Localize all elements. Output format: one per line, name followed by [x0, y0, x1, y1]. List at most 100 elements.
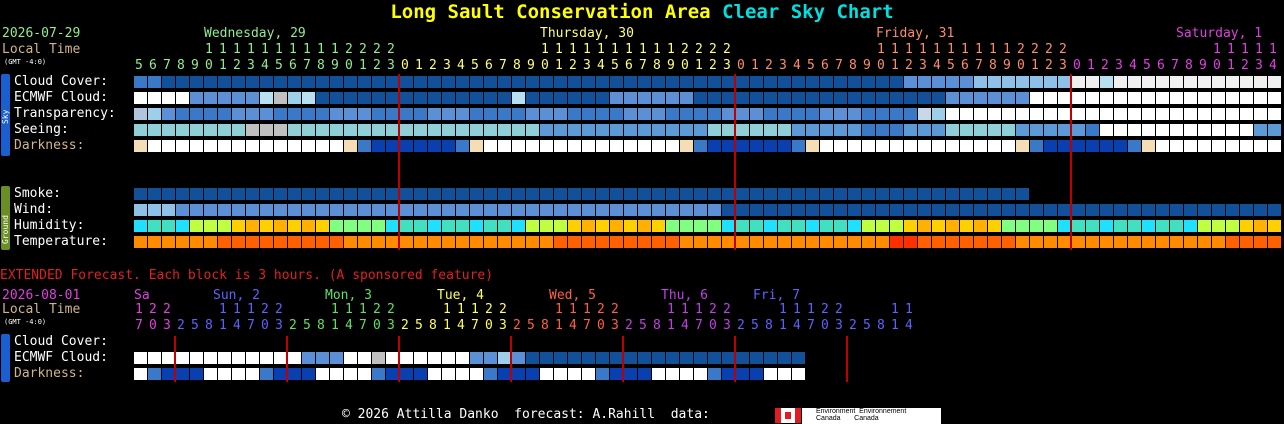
- hour-ones: 5: [471, 58, 479, 73]
- ecmwf-cloud-block: [1268, 92, 1281, 104]
- seeing-block: [204, 124, 217, 136]
- wind-block: [274, 204, 287, 216]
- hour-tens: 2: [681, 42, 689, 57]
- humidity-block: [176, 220, 189, 232]
- cloud-cover-block: [358, 76, 371, 88]
- ext-hour-ones: 3: [835, 318, 843, 333]
- cloud-cover-block: [190, 76, 203, 88]
- ext-row-label: Cloud Cover:: [14, 334, 108, 349]
- transparency-block: [302, 108, 315, 120]
- transparency-block: [288, 108, 301, 120]
- temperature-block: [876, 236, 889, 248]
- transparency-block: [344, 108, 357, 120]
- darkness-block: [288, 140, 301, 152]
- ext-ecmwf-block: [694, 352, 707, 364]
- transparency-block: [694, 108, 707, 120]
- ext-hour-ones: 7: [807, 318, 815, 333]
- cloud-cover-block: [988, 76, 1001, 88]
- smoke-block: [918, 188, 931, 200]
- cloud-cover-block: [162, 76, 175, 88]
- smoke-block: [974, 188, 987, 200]
- cloud-cover-block: [1212, 76, 1225, 88]
- ext-hour-tens: 1: [359, 302, 367, 317]
- seeing-block: [1142, 124, 1155, 136]
- darkness-block: [344, 140, 357, 152]
- ext-darkness-block: [666, 368, 679, 380]
- transparency-block: [316, 108, 329, 120]
- cloud-cover-block: [666, 76, 679, 88]
- smoke-block: [344, 188, 357, 200]
- ext-hour-tens: 1: [779, 302, 787, 317]
- humidity-block: [876, 220, 889, 232]
- smoke-block: [960, 188, 973, 200]
- hour-tens: 1: [611, 42, 619, 57]
- darkness-block: [134, 140, 147, 152]
- humidity-block: [148, 220, 161, 232]
- wind-block: [162, 204, 175, 216]
- wind-block: [1212, 204, 1225, 216]
- ext-ecmwf-block: [358, 352, 371, 364]
- hour-ones: 0: [1073, 58, 1081, 73]
- smoke-block: [456, 188, 469, 200]
- transparency-block: [400, 108, 413, 120]
- ext-hour-ones: 3: [163, 318, 171, 333]
- temperature-block: [596, 236, 609, 248]
- ext-darkness-block: [372, 368, 385, 380]
- hour-ones: 5: [275, 58, 283, 73]
- darkness-block: [904, 140, 917, 152]
- ecmwf-cloud-block: [442, 92, 455, 104]
- humidity-block: [736, 220, 749, 232]
- wind-block: [624, 204, 637, 216]
- ext-darkness-block: [792, 368, 805, 380]
- ext-hour-tens: 1: [569, 302, 577, 317]
- temperature-block: [680, 236, 693, 248]
- smoke-block: [204, 188, 217, 200]
- temperature-block: [274, 236, 287, 248]
- ext-darkness-block: [484, 368, 497, 380]
- darkness-block: [400, 140, 413, 152]
- wind-block: [708, 204, 721, 216]
- cloud-cover-block: [428, 76, 441, 88]
- cloud-cover-block: [1170, 76, 1183, 88]
- hour-tens: 1: [569, 42, 577, 57]
- hour-tens: 2: [1059, 42, 1067, 57]
- wind-block: [1114, 204, 1127, 216]
- cloud-cover-block: [1240, 76, 1253, 88]
- ecmwf-cloud-block: [680, 92, 693, 104]
- seeing-block: [358, 124, 371, 136]
- smoke-block: [218, 188, 231, 200]
- ext-hour-tens: 2: [485, 302, 493, 317]
- ext-ecmwf-block: [764, 352, 777, 364]
- seeing-block: [316, 124, 329, 136]
- ext-ecmwf-block: [540, 352, 553, 364]
- ext-hour-tens: 2: [275, 302, 283, 317]
- cloud-cover-block: [1254, 76, 1267, 88]
- humidity-block: [1254, 220, 1267, 232]
- seeing-block: [806, 124, 819, 136]
- ext-hour-ones: 0: [709, 318, 717, 333]
- seeing-block: [624, 124, 637, 136]
- seeing-block: [820, 124, 833, 136]
- transparency-block: [456, 108, 469, 120]
- smoke-block: [638, 188, 651, 200]
- ext-darkness-block: [764, 368, 777, 380]
- transparency-block: [1114, 108, 1127, 120]
- ext-hour-tens: 2: [499, 302, 507, 317]
- ext-hour-tens: 1: [583, 302, 591, 317]
- ext-ecmwf-block: [204, 352, 217, 364]
- ext-hour-ones: 8: [765, 318, 773, 333]
- hour-ones: 3: [247, 58, 255, 73]
- seeing-block: [1198, 124, 1211, 136]
- ext-darkness-block: [568, 368, 581, 380]
- seeing-block: [1268, 124, 1281, 136]
- wind-block: [456, 204, 469, 216]
- humidity-block: [540, 220, 553, 232]
- ext-darkness-block: [190, 368, 203, 380]
- seeing-block: [750, 124, 763, 136]
- darkness-block: [1198, 140, 1211, 152]
- ext-darkness-block: [358, 368, 371, 380]
- ext-hour-ones: 1: [443, 318, 451, 333]
- wind-block: [1016, 204, 1029, 216]
- ext-ecmwf-block: [456, 352, 469, 364]
- cloud-cover-block: [302, 76, 315, 88]
